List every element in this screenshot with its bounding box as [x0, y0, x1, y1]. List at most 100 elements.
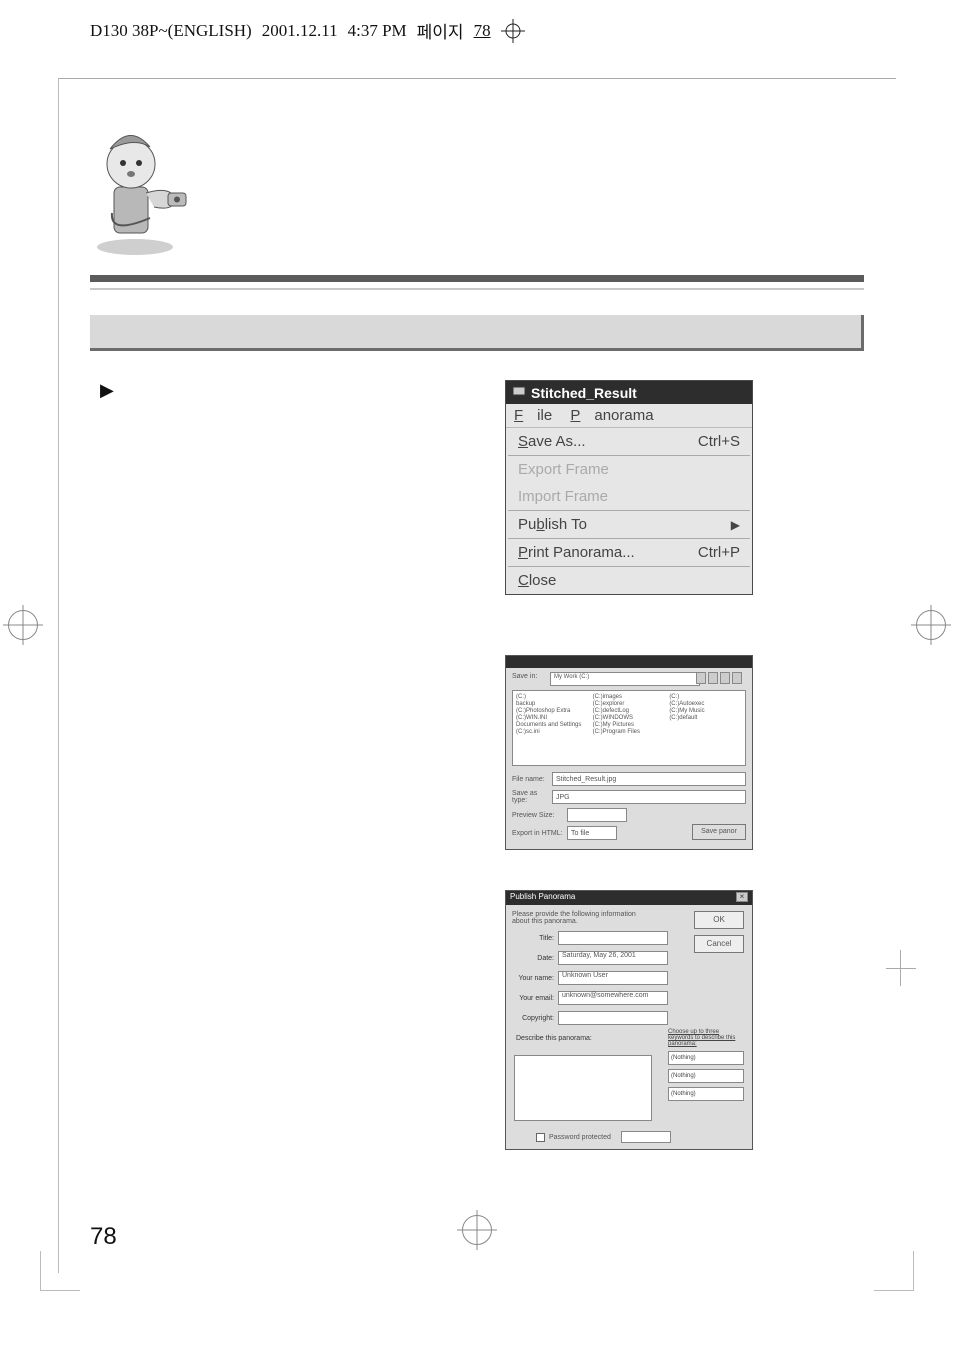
file-item[interactable]: (C:)Autoexec — [669, 701, 742, 707]
header-page: 78 — [474, 21, 491, 41]
password-checkbox[interactable] — [536, 1133, 545, 1142]
file-item[interactable]: (C:)sc.ini — [516, 729, 589, 735]
file-item[interactable]: (C:)Photoshop Extra — [516, 708, 589, 714]
mascot-illustration — [80, 115, 195, 260]
menu-item-import-frame: Import Frame — [506, 483, 752, 510]
copyright-label: Copyright: — [512, 1015, 558, 1022]
frame-line — [58, 78, 59, 1273]
crop-mark — [40, 1251, 80, 1291]
dialog-subtitle: Please provide the following information… — [512, 911, 652, 925]
menu-item-save-as[interactable]: Save As... Ctrl+S — [506, 428, 752, 455]
page-number: 78 — [90, 1223, 117, 1251]
file-item[interactable]: (C:)default — [669, 715, 742, 721]
save-in-label: Save in: — [512, 673, 537, 680]
keywords-header: Choose up to three keywords to describe … — [668, 1029, 744, 1047]
shortcut-label: Ctrl+S — [698, 433, 740, 450]
save-in-dropdown[interactable]: My Work (C:) — [550, 672, 700, 686]
registration-mark-icon — [916, 610, 946, 640]
password-checkbox-row: Password protected — [536, 1131, 671, 1143]
title-label: Title: — [512, 935, 558, 942]
dialog-title-bar: Publish Panorama × — [506, 891, 752, 905]
file-item[interactable]: (C:)explorer — [593, 701, 666, 707]
export-html-label: Export in HTML: — [512, 830, 567, 837]
submenu-arrow-icon: ▶ — [731, 518, 740, 532]
save-in-row: Save in: My Work (C:) — [512, 672, 746, 686]
menu-item-export-frame: Export Frame — [506, 456, 752, 483]
crop-mark — [886, 968, 916, 969]
new-folder-icon[interactable] — [708, 672, 718, 684]
ok-button[interactable]: OK — [694, 911, 744, 929]
file-item[interactable]: (C:) — [669, 694, 742, 700]
list-view-icon[interactable] — [720, 672, 730, 684]
file-item[interactable]: (C:)WIN.INI — [516, 715, 589, 721]
menu-panorama[interactable]: Panorama — [570, 407, 653, 424]
keywords-panel: Choose up to three keywords to describe … — [668, 1029, 744, 1101]
header-page-word: 페이지 — [417, 18, 464, 43]
file-type-label: Save as type: — [512, 790, 552, 804]
crop-mark — [874, 1251, 914, 1291]
yourname-label: Your name: — [512, 975, 558, 982]
file-item[interactable]: (C:)My Music — [669, 708, 742, 714]
date-input[interactable]: Saturday, May 26, 2001 — [558, 951, 668, 965]
crop-mark — [900, 950, 901, 986]
file-item[interactable]: Documents and Settings — [516, 722, 589, 728]
registration-mark-icon — [8, 610, 38, 640]
keyword-select-1[interactable]: (Nothing) — [668, 1051, 744, 1065]
registration-mark-icon — [501, 19, 525, 43]
preview-size-input[interactable] — [567, 808, 627, 822]
file-item[interactable]: (C:)images — [593, 694, 666, 700]
keyword-select-3[interactable]: (Nothing) — [668, 1087, 744, 1101]
youremail-input[interactable]: unknown@somewhere.com — [558, 991, 668, 1005]
registration-mark-icon — [462, 1215, 492, 1245]
shortcut-label: Ctrl+P — [698, 544, 740, 561]
copyright-input[interactable] — [558, 1011, 668, 1025]
file-item[interactable]: (C:)WINDOWS — [593, 715, 666, 721]
section-heading-bar — [90, 315, 864, 351]
header-file: D130 38P~(ENGLISH) — [90, 21, 252, 41]
file-name-label: File name: — [512, 776, 552, 783]
frame-line — [58, 78, 896, 79]
screenshot-save-dialog: Save in: My Work (C:) (C:) backup (C:)Ph… — [505, 655, 753, 850]
menu-file[interactable]: File — [514, 407, 552, 424]
preview-size-label: Preview Size: — [512, 812, 567, 819]
title-input[interactable] — [558, 931, 668, 945]
app-icon — [512, 384, 526, 401]
menubar: File Panorama — [506, 404, 752, 428]
dialog-title-bar — [506, 656, 752, 668]
file-item[interactable]: backup — [516, 701, 589, 707]
export-html-dropdown[interactable]: To file — [567, 826, 617, 840]
screenshot-publish-dialog: Publish Panorama × Please provide the fo… — [505, 890, 753, 1150]
cancel-button[interactable]: Cancel — [694, 935, 744, 953]
menu-item-publish-to[interactable]: Publish To ▶ — [506, 511, 752, 538]
divider-thin — [90, 288, 864, 290]
youremail-label: Your email: — [512, 995, 558, 1002]
window-title-bar: Stitched_Result — [506, 381, 752, 404]
close-icon[interactable]: × — [736, 892, 748, 902]
keyword-select-2[interactable]: (Nothing) — [668, 1069, 744, 1083]
file-name-input[interactable]: Stitched_Result.jpg — [552, 772, 746, 786]
file-list[interactable]: (C:) backup (C:)Photoshop Extra (C:)WIN.… — [512, 690, 746, 766]
screenshot-menu: Stitched_Result File Panorama Save As...… — [505, 380, 753, 595]
password-input[interactable] — [621, 1131, 671, 1143]
window-title: Stitched_Result — [531, 385, 637, 401]
bullet-icon: ▶ — [100, 380, 114, 401]
file-item[interactable]: (C:)Program Files — [593, 729, 666, 735]
divider-thick — [90, 275, 864, 282]
file-item[interactable]: (C:) — [516, 694, 589, 700]
up-folder-icon[interactable] — [696, 672, 706, 684]
details-view-icon[interactable] — [732, 672, 742, 684]
describe-textarea[interactable] — [514, 1055, 652, 1121]
file-item[interactable]: (C:)defectLog — [593, 708, 666, 714]
yourname-input[interactable]: Unknown User — [558, 971, 668, 985]
save-button[interactable]: Save panor — [692, 824, 746, 840]
menu-item-print-panorama[interactable]: Print Panorama... Ctrl+P — [506, 539, 752, 566]
password-label: Password protected — [549, 1134, 611, 1141]
file-item[interactable]: (C:)My Pictures — [593, 722, 666, 728]
header-time: 4:37 PM — [348, 21, 407, 41]
dialog-title: Publish Panorama — [510, 892, 575, 904]
prepress-header: D130 38P~(ENGLISH) 2001.12.11 4:37 PM 페이… — [90, 18, 525, 43]
file-type-dropdown[interactable]: JPG — [552, 790, 746, 804]
menu-item-close[interactable]: Close — [506, 567, 752, 594]
header-date: 2001.12.11 — [262, 21, 338, 41]
date-label: Date: — [512, 955, 558, 962]
